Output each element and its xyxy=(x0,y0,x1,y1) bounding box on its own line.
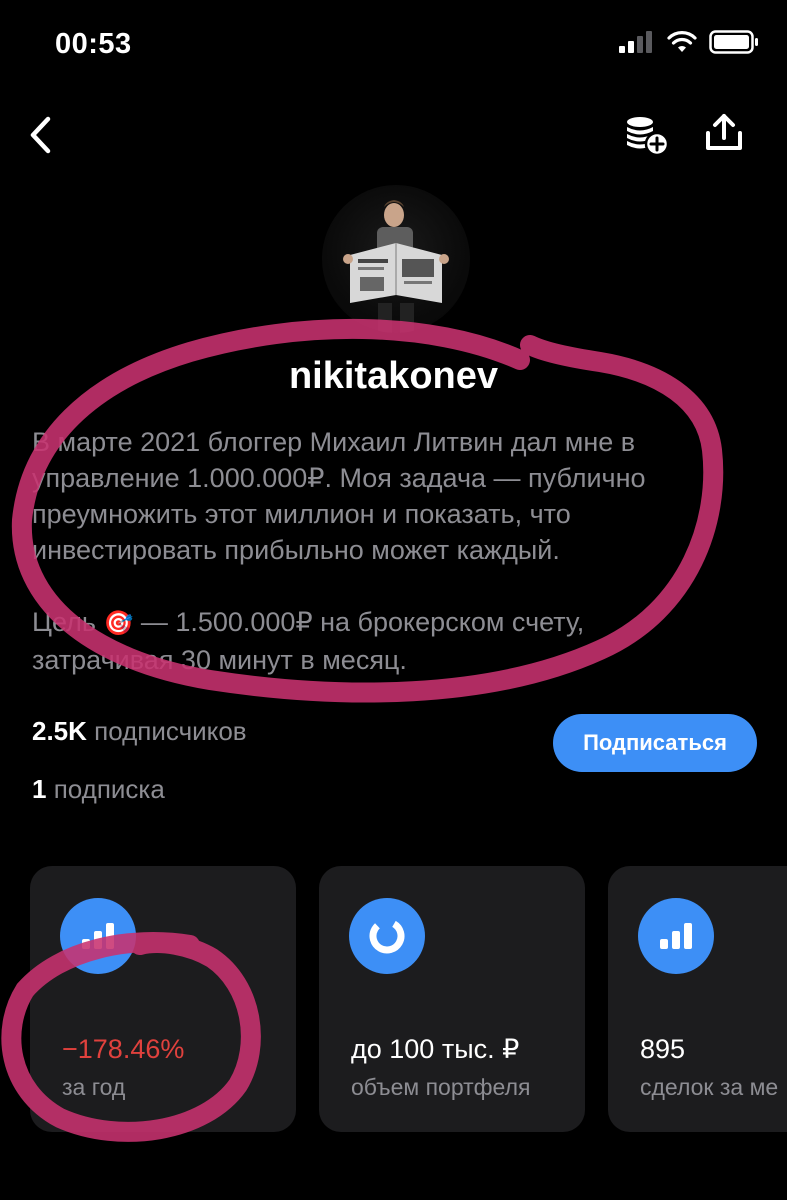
signal-icon xyxy=(619,31,652,53)
profile-bio: В марте 2021 блоггер Михаил Литвин дал м… xyxy=(32,424,732,678)
stat-value: −178.46% xyxy=(62,1034,185,1064)
avatar-photo-icon xyxy=(343,200,449,333)
status-bar: 00:53 xyxy=(0,0,787,90)
chevron-left-icon xyxy=(30,116,51,154)
stat-label: сделок за ме xyxy=(640,1074,779,1100)
bio-paragraph: В марте 2021 блоггер Михаил Литвин дал м… xyxy=(32,427,646,565)
bio-goal: Цель 🎯 — 1.500.000₽ на брокерском счету,… xyxy=(32,604,732,678)
share-icon xyxy=(706,114,742,150)
followers-number: 2.5K xyxy=(32,716,87,746)
add-coins-button[interactable] xyxy=(622,113,672,161)
stat-card-trades[interactable]: 895 сделок за ме xyxy=(608,866,787,1132)
share-button[interactable] xyxy=(702,111,752,159)
status-time: 00:53 xyxy=(55,28,132,60)
coins-plus-icon xyxy=(627,117,670,157)
stat-card-portfolio-size[interactable]: до 100 тыс. ₽ объем портфеля xyxy=(319,866,585,1132)
bar-chart-icon xyxy=(638,898,714,974)
followers-count[interactable]: 2.5K подписчиков xyxy=(32,716,247,747)
stat-value: 895 xyxy=(640,1034,686,1064)
back-button[interactable] xyxy=(20,111,60,159)
top-nav xyxy=(0,105,787,165)
following-number: 1 xyxy=(32,774,47,804)
wifi-icon xyxy=(667,31,697,52)
followers-label: подписчиков xyxy=(86,716,247,746)
battery-icon xyxy=(709,30,758,54)
following-count[interactable]: 1 подписка xyxy=(32,774,165,805)
goal-prefix: Цель xyxy=(32,607,96,637)
subscribe-button[interactable]: Подписаться xyxy=(553,714,757,772)
stat-label: объем портфеля xyxy=(351,1074,531,1100)
profile-username: nikitakonev xyxy=(288,355,499,397)
pie-chart-icon xyxy=(349,898,425,974)
bar-chart-icon xyxy=(60,898,136,974)
stat-card-yearly-return[interactable]: −178.46% за год xyxy=(30,866,296,1132)
stat-value: до 100 тыс. ₽ xyxy=(351,1034,520,1064)
avatar[interactable] xyxy=(322,185,470,333)
stat-label: за год xyxy=(62,1074,126,1100)
target-emoji-icon: 🎯 xyxy=(103,610,134,637)
status-icons xyxy=(619,30,759,54)
following-label: подписка xyxy=(46,774,165,804)
